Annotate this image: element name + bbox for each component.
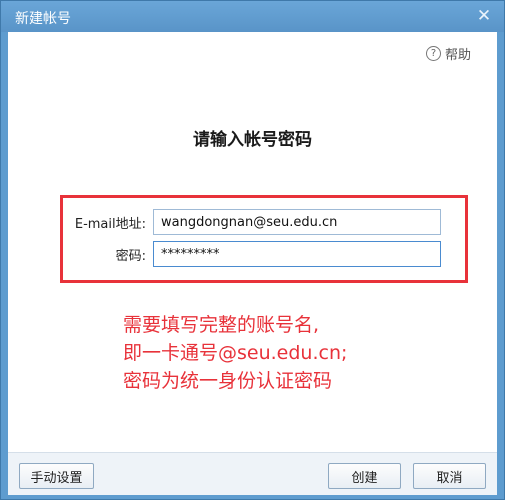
- annotation-text: 需要填写完整的账号名, 即一卡通号@seu.edu.cn; 密码为统一身份认证密…: [123, 311, 347, 395]
- window-title: 新建帐号: [15, 11, 71, 27]
- help-link[interactable]: ? 帮助: [425, 44, 471, 63]
- dialog-content: ? 帮助 请输入帐号密码 E-mail地址: 密码: 需要填写完整的账号名, 即…: [8, 32, 497, 452]
- dialog-window: 新建帐号 ✕ ? 帮助 请输入帐号密码 E-mail地址: 密码: 需要填写完整…: [0, 0, 505, 500]
- create-button[interactable]: 创建: [328, 463, 401, 489]
- title-bar[interactable]: 新建帐号 ✕: [1, 1, 504, 32]
- annotation-line: 需要填写完整的账号名,: [123, 314, 320, 336]
- annotation-line: 密码为统一身份认证密码: [123, 370, 333, 392]
- password-label: 密码:: [115, 248, 146, 264]
- page-title: 请输入帐号密码: [193, 130, 312, 150]
- help-icon: ?: [425, 46, 441, 61]
- email-field[interactable]: [153, 209, 441, 235]
- email-label: E-mail地址:: [74, 216, 146, 232]
- manual-settings-button[interactable]: 手动设置: [19, 463, 94, 489]
- password-field[interactable]: [153, 241, 441, 267]
- help-label: 帮助: [444, 48, 471, 63]
- dialog-footer: 手动设置 创建 取消: [8, 452, 497, 495]
- close-icon[interactable]: ✕: [474, 6, 494, 26]
- annotation-line: 即一卡通号@seu.edu.cn;: [123, 342, 348, 364]
- cancel-button[interactable]: 取消: [413, 463, 486, 489]
